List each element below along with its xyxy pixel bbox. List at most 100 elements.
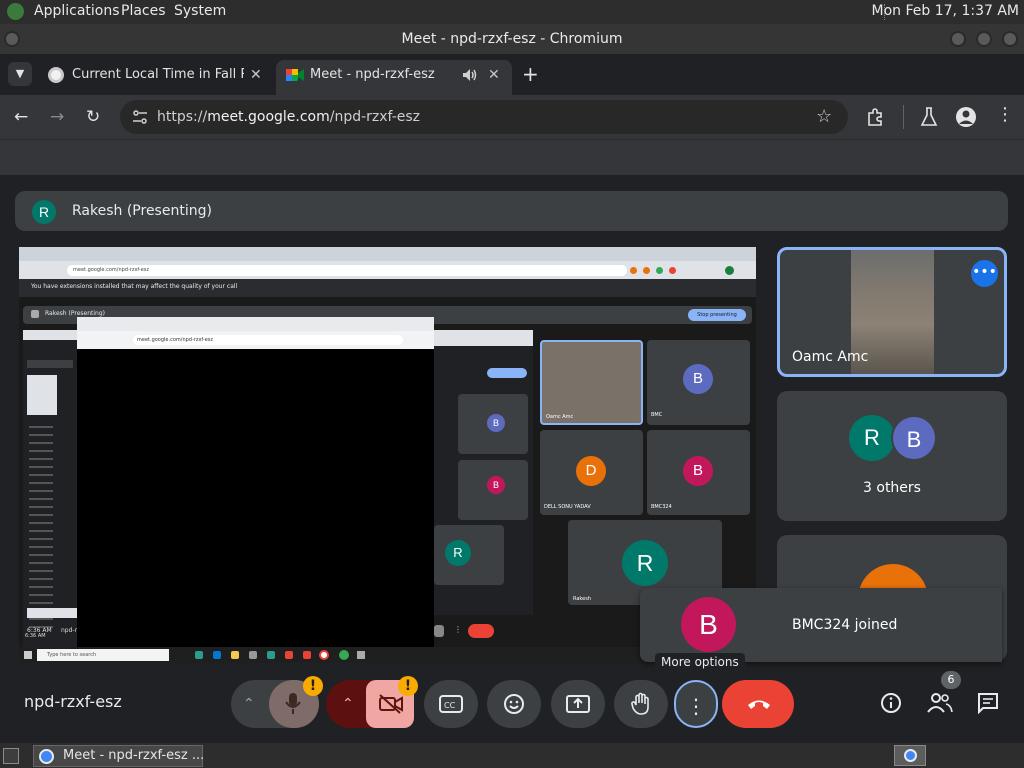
others-avatar-b: B [891, 415, 937, 461]
meeting-details-info-icon[interactable] [880, 692, 902, 714]
applications-menu[interactable]: Applications [34, 3, 120, 19]
hang-up-icon [748, 700, 770, 709]
inner-avatar: D [576, 456, 606, 486]
system-menu[interactable]: System [174, 3, 226, 19]
panel-clock[interactable]: Mon Feb 17, 1:37 AM [872, 3, 1019, 19]
tab-title: Current Local Time in Fall Riv [72, 67, 244, 82]
join-notification: B BMC324 joined [640, 588, 1002, 662]
camera-off-icon [379, 694, 403, 714]
inner-tile-name: BMC [651, 412, 663, 418]
others-tile[interactable]: R B 3 others [777, 391, 1007, 521]
inner-avatar: B [683, 364, 713, 394]
url-host: meet.google.com [207, 109, 330, 125]
system-taskbar: Meet - npd-rzxf-esz ... [0, 743, 1024, 768]
forward-icon[interactable]: → [50, 107, 64, 127]
shared-warning-text: You have extensions installed that may a… [31, 283, 238, 290]
address-bar[interactable]: https://meet.google.com/npd-rzxf-esz ☆ [120, 100, 848, 134]
back-icon[interactable]: ← [14, 107, 28, 127]
raise-hand-icon [631, 692, 649, 715]
minimize-button[interactable] [950, 31, 966, 47]
leave-call-button[interactable] [722, 680, 794, 728]
svg-text:CC: CC [444, 701, 456, 710]
emoji-icon [504, 694, 524, 714]
present-screen-button[interactable] [551, 680, 605, 728]
inner-tile-bmc324: B BMC324 [647, 430, 750, 515]
gnome-foot-icon[interactable] [7, 3, 24, 20]
inner-tile-dell: D DELL SONU YADAV [540, 430, 643, 515]
workspace-switcher[interactable] [894, 745, 926, 766]
inner-time: 6:36 AM [27, 627, 52, 634]
chat-icon[interactable] [977, 692, 999, 714]
microphone-icon [285, 693, 301, 714]
inner-avatar: B [683, 456, 713, 486]
tab-meet[interactable]: Meet - npd-rzxf-esz ✕ [276, 60, 512, 95]
bookmark-star-icon[interactable]: ☆ [816, 100, 832, 134]
participant-name: Oamc Amc [792, 349, 869, 365]
nested-column: 6:36 AM [23, 330, 77, 660]
join-text: BMC324 joined [792, 617, 898, 633]
close-window-button[interactable] [1002, 31, 1018, 47]
inner-tile-name: DELL SONU YADAV [544, 504, 591, 510]
audio-settings-chevron-icon[interactable]: ⌃ [243, 680, 255, 728]
participant-tile-oamc[interactable]: Oamc Amc ••• [777, 247, 1007, 377]
mic-warning-icon: ! [303, 676, 323, 696]
captions-button[interactable]: CC [424, 680, 478, 728]
tab-title: Meet - npd-rzxf-esz [310, 67, 435, 82]
window-title: Meet - npd-rzxf-esz - Chromium [401, 31, 623, 47]
inner-tile-name: BMC324 [651, 504, 672, 510]
captions-cc-icon: CC [439, 695, 463, 713]
tab-local-time[interactable]: Current Local Time in Fall Riv ✕ [38, 60, 274, 95]
site-info-icon[interactable] [132, 110, 148, 124]
shared-presenter-text: Rakesh (Presenting) [45, 310, 105, 317]
people-count-badge: 6 [941, 671, 961, 689]
tile-more-options-icon[interactable]: ••• [971, 260, 998, 287]
meeting-code: npd-rzxf-esz [24, 692, 122, 711]
system-top-panel: Applications Places System Mon Feb 17, 1… [0, 0, 1024, 24]
profile-avatar-icon[interactable] [955, 106, 977, 128]
people-icon[interactable] [927, 692, 953, 714]
chromium-icon [39, 749, 54, 764]
presenter-avatar: R [32, 200, 56, 224]
inner-tile-oamc: Oamc Amc [540, 340, 643, 425]
black-window-url: meet.google.com/npd-rzxf-esz [133, 335, 403, 345]
labs-flask-icon[interactable] [920, 107, 938, 127]
shared-warning-bar: You have extensions installed that may a… [19, 279, 756, 297]
toolbar-divider [903, 105, 904, 129]
workspace-chromium-icon [904, 749, 917, 762]
raise-hand-button[interactable] [614, 680, 668, 728]
video-settings-chevron-icon[interactable]: ⌃ [342, 680, 354, 728]
show-desktop-icon[interactable] [3, 748, 19, 764]
present-screen-icon [566, 695, 590, 713]
taskbar-window-button[interactable]: Meet - npd-rzxf-esz ... [33, 745, 204, 767]
chrome-menu-icon[interactable]: ⋮ [996, 105, 1014, 125]
more-options-tooltip: More options [655, 653, 745, 671]
shared-tab-strip [19, 247, 756, 261]
close-tab-icon[interactable]: ✕ [488, 60, 500, 90]
shared-address: meet.google.com/npd-rzxf-esz [67, 265, 627, 276]
shared-stop-presenting: Stop presenting [688, 309, 746, 321]
inner-search: Type here to search [37, 649, 169, 661]
extensions-puzzle-icon[interactable] [866, 107, 886, 127]
maximize-button[interactable] [976, 31, 992, 47]
reload-icon[interactable]: ↻ [86, 107, 100, 127]
browser-toolbar: ← → ↻ https://meet.google.com/npd-rzxf-e… [0, 95, 1024, 139]
others-count-label: 3 others [863, 480, 921, 496]
presenting-text: Rakesh (Presenting) [72, 203, 212, 219]
more-vert-icon: ⋮ [686, 694, 706, 718]
close-tab-icon[interactable]: ✕ [250, 60, 262, 90]
window-titlebar[interactable]: Meet - npd-rzxf-esz - Chromium [0, 24, 1024, 54]
inner-tile-name: Rakesh [573, 596, 591, 602]
audio-playing-icon[interactable] [462, 68, 478, 82]
inner-controls: ⋮ [434, 619, 539, 645]
tab-strip: ▼ Current Local Time in Fall Riv ✕ Meet … [0, 54, 1024, 95]
window-menu-button[interactable] [4, 31, 20, 47]
new-tab-icon[interactable]: + [522, 62, 539, 86]
url-text[interactable]: https://meet.google.com/npd-rzxf-esz [157, 100, 420, 134]
more-options-button[interactable]: ⋮ [674, 680, 718, 728]
inner-tile-bmc: B BMC [647, 340, 750, 425]
meet-favicon-icon [286, 69, 304, 81]
inner-meet-left: B B R [434, 330, 533, 615]
reactions-button[interactable] [487, 680, 541, 728]
places-menu[interactable]: Places [121, 3, 166, 19]
tab-search-chevron-icon[interactable]: ▼ [8, 62, 32, 86]
